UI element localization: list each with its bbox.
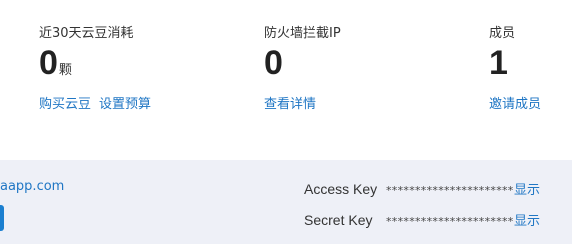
show-access-key-link[interactable]: 显示 xyxy=(514,183,540,198)
secret-key-row: Secret Key **********************显示 xyxy=(304,210,540,229)
stat-label: 成员 xyxy=(489,26,516,41)
yundou-unit: 颗 xyxy=(58,63,72,78)
domain-link[interactable]: aapp.com xyxy=(0,179,64,194)
stat-links: 查看详情 xyxy=(264,93,316,112)
api-keys-panel: aapp.com Access Key *********************… xyxy=(0,160,572,244)
access-key-row: Access Key **********************显示 xyxy=(304,179,540,198)
view-details-link[interactable]: 查看详情 xyxy=(264,97,316,112)
member-count: 1 xyxy=(489,44,508,82)
secret-key-masked-value: ********************** xyxy=(386,215,514,228)
show-secret-key-link[interactable]: 显示 xyxy=(514,214,540,229)
stat-links: 邀请成员 xyxy=(489,93,541,112)
stat-value: 1 xyxy=(489,46,508,80)
access-key-label: Access Key xyxy=(304,181,378,197)
blocked-ip-count: 0 xyxy=(264,44,283,82)
access-key-masked-value: ********************** xyxy=(386,184,514,197)
partial-action-button[interactable] xyxy=(0,205,4,231)
buy-yundou-link[interactable]: 购买云豆 xyxy=(39,97,91,112)
set-budget-link[interactable]: 设置预算 xyxy=(99,97,151,112)
stat-label: 近30天云豆消耗 xyxy=(39,26,134,41)
invite-members-link[interactable]: 邀请成员 xyxy=(489,97,541,112)
yundou-count: 0 xyxy=(39,44,58,82)
stat-value: 0 xyxy=(264,46,283,80)
stat-links: 购买云豆 设置预算 xyxy=(39,93,151,112)
secret-key-label: Secret Key xyxy=(304,212,373,228)
stat-label: 防火墙拦截IP xyxy=(264,26,341,41)
stat-value: 0颗 xyxy=(39,46,72,80)
